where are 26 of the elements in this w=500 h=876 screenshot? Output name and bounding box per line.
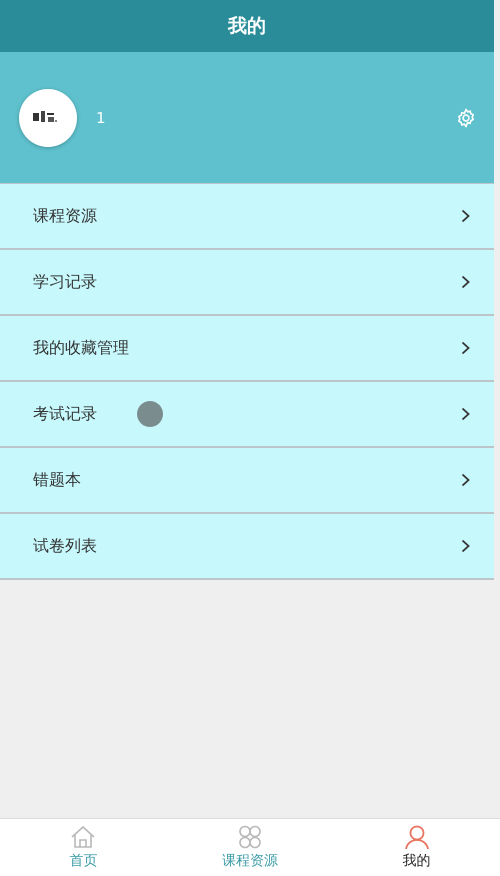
menu-label: 课程资源 bbox=[33, 206, 97, 226]
home-icon bbox=[70, 825, 96, 849]
menu-item[interactable]: 考试记录 bbox=[0, 382, 494, 448]
tab-item[interactable]: 我的 bbox=[333, 819, 500, 876]
chevron-right-icon bbox=[461, 407, 470, 421]
menu-label: 考试记录 bbox=[33, 404, 97, 424]
settings-icon[interactable] bbox=[456, 108, 476, 128]
chevron-right-icon bbox=[461, 275, 470, 289]
menu-item[interactable]: 试卷列表 bbox=[0, 514, 494, 580]
menu-item[interactable]: 课程资源 bbox=[0, 183, 494, 250]
touch-indicator-icon bbox=[137, 401, 163, 427]
menu-item[interactable]: 我的收藏管理 bbox=[0, 316, 494, 382]
username: 1 bbox=[96, 108, 107, 126]
chevron-right-icon bbox=[461, 473, 470, 487]
page-title: 我的 bbox=[228, 14, 266, 39]
chevron-right-icon bbox=[461, 539, 470, 553]
menu-label: 试卷列表 bbox=[33, 536, 97, 556]
chevron-right-icon bbox=[461, 341, 470, 355]
menu-label: 学习记录 bbox=[33, 272, 97, 292]
menu-label: 我的收藏管理 bbox=[33, 338, 129, 358]
menu-item[interactable]: 错题本 bbox=[0, 448, 494, 514]
grid-icon bbox=[237, 825, 263, 849]
menu-label: 错题本 bbox=[33, 470, 81, 490]
chevron-right-icon bbox=[461, 209, 470, 223]
person-icon bbox=[404, 825, 430, 849]
menu-item[interactable]: 学习记录 bbox=[0, 250, 494, 316]
